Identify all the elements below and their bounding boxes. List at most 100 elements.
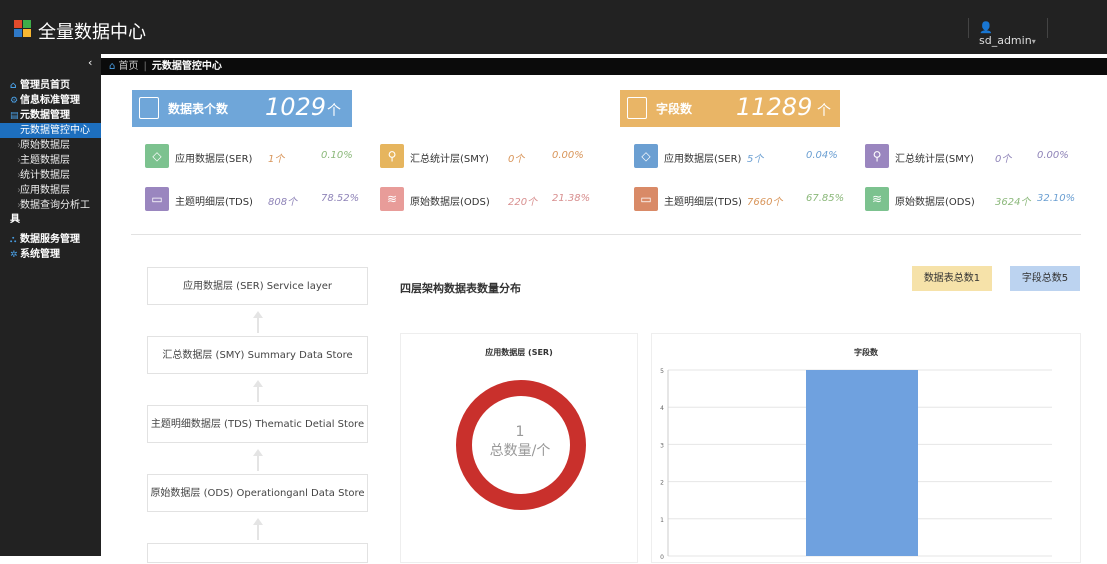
kpi-field-count: 字段数 11289 个	[620, 90, 840, 127]
stat-percent: 67.85%	[806, 193, 845, 204]
sidebar-item-system[interactable]: ✲ 系统管理	[0, 247, 101, 262]
sidebar-item-admin-home[interactable]: ⌂ 管理员首页	[0, 78, 101, 93]
up-arrow-icon	[252, 380, 264, 402]
kpi-unit: 个	[817, 103, 831, 119]
y-tick-label: 4	[660, 405, 664, 412]
layer-icon: ▭	[634, 187, 658, 211]
sidebar-subitem-stats[interactable]: 统计数据层	[0, 168, 101, 183]
user-menu[interactable]: 👤 sd_admin▾	[968, 18, 1048, 47]
stat-count: 7660个	[747, 197, 783, 208]
sidebar-item-label: 管理员首页	[20, 80, 70, 91]
stat-name: 原始数据层(ODS)	[410, 197, 490, 208]
caret-down-icon: ▾	[1031, 37, 1036, 46]
app-logo	[14, 20, 32, 38]
stat-item: ≋ 原始数据层(ODS) 3624个 32.10%	[865, 187, 1075, 211]
sidebar-subitem-ods[interactable]: 原始数据层	[0, 138, 101, 153]
y-tick-label: 5	[660, 368, 664, 375]
sidebar-item-metadata[interactable]: ▤元数据管理	[0, 108, 101, 123]
database-icon: ▤	[10, 111, 19, 121]
layer-box-smy: 汇总数据层 (SMY) Summary Data Store	[147, 336, 368, 374]
breadcrumb-home[interactable]: 首页	[119, 61, 139, 72]
stat-name: 汇总统计层(SMY)	[895, 154, 974, 165]
stat-item: ▭ 主题明细层(TDS) 808个 78.52%	[145, 187, 359, 211]
presentation-icon	[139, 97, 159, 119]
sidebar-item-data-service[interactable]: ⛬ 数据服务管理	[0, 232, 101, 247]
sidebar-subitem-query-wrap[interactable]: 具	[0, 213, 101, 226]
gear-icon: ⚙	[10, 96, 19, 106]
stat-count: 3624个	[995, 197, 1031, 208]
sidebar-item-label: 系统管理	[20, 249, 60, 260]
y-tick-label: 1	[660, 517, 664, 524]
sidebar-subitem-topic[interactable]: 主题数据层	[0, 153, 101, 168]
bar-panel: 字段数 543210	[651, 333, 1081, 563]
sidebar-menu: ⌂管理员首页 ⚙信息标准管理 ▤元数据管理 元数据管控中心 原始数据层 主题数据…	[0, 78, 101, 262]
layer-icon: ⚲	[380, 144, 404, 168]
stat-item: ⚲ 汇总统计层(SMY) 0个 0.00%	[380, 144, 584, 168]
section-title: 四层架构数据表数量分布	[400, 282, 521, 295]
stat-item: ◇ 应用数据层(SER) 5个 0.04%	[634, 144, 838, 168]
layer-icon: ◇	[634, 144, 658, 168]
kpi-label: 字段数	[656, 102, 693, 116]
sidebar-item-label: 元数据管理	[20, 110, 70, 121]
sidebar-subitem-query[interactable]: 数据查询分析工	[0, 198, 101, 213]
layer-icon: ≋	[865, 187, 889, 211]
stat-name: 应用数据层(SER)	[664, 154, 742, 165]
kpi-unit: 个	[327, 103, 341, 119]
up-arrow-icon	[252, 311, 264, 333]
stat-count: 220个	[508, 197, 538, 208]
stat-count: 1个	[268, 154, 285, 165]
stat-name: 汇总统计层(SMY)	[410, 154, 489, 165]
sidebar-collapse-icon[interactable]: ‹	[88, 56, 92, 69]
stat-percent: 0.00%	[1037, 150, 1069, 161]
sidebar-subitem-metadata-center[interactable]: 元数据管控中心	[0, 123, 101, 138]
stat-name: 原始数据层(ODS)	[895, 197, 975, 208]
user-name: sd_admin	[979, 34, 1032, 47]
bar	[806, 370, 918, 556]
y-tick-label: 3	[660, 442, 664, 449]
stat-item: ▭ 主题明细层(TDS) 7660个 67.85%	[634, 187, 844, 211]
kpi-value: 1029	[265, 93, 327, 121]
kpi-table-count: 数据表个数 1029 个	[132, 90, 352, 127]
sidebar-item-label: 信息标准管理	[20, 95, 80, 106]
user-icon: 👤	[979, 21, 993, 34]
stat-percent: 0.04%	[806, 150, 838, 161]
app-title: 全量数据中心	[38, 22, 146, 43]
bar-chart: 5 4 3 2 1 0	[660, 368, 1052, 561]
up-arrow-icon	[252, 518, 264, 540]
sidebar-subitem-app[interactable]: 应用数据层	[0, 183, 101, 198]
sidebar-item-label: 数据服务管理	[20, 234, 80, 245]
field-total-button[interactable]: 字段总数5	[1010, 266, 1080, 291]
home-icon: ⌂	[109, 61, 116, 72]
donut-caption: 总数量/个	[489, 443, 551, 459]
stat-count: 0个	[995, 154, 1012, 165]
donut-panel: 应用数据层 (SER) 1 总数量/个	[400, 333, 638, 563]
kpi-label: 数据表个数	[168, 102, 229, 116]
stat-count: 0个	[508, 154, 525, 165]
y-tick-label: 0	[660, 554, 664, 561]
breadcrumb-current: 元数据管控中心	[151, 61, 222, 72]
stat-item: ⚲ 汇总统计层(SMY) 0个 0.00%	[865, 144, 1069, 168]
table-total-button[interactable]: 数据表总数1	[912, 266, 992, 291]
document-icon	[627, 97, 647, 119]
top-navbar: 全量数据中心 👤 sd_admin▾	[0, 0, 1107, 54]
stat-item: ≋ 原始数据层(ODS) 220个 21.38%	[380, 187, 590, 211]
divider	[131, 234, 1081, 235]
home-icon: ⌂	[10, 81, 17, 91]
cog-icon: ✲	[10, 250, 18, 260]
sidebar-item-info-standard[interactable]: ⚙ 信息标准管理	[0, 93, 101, 108]
stat-item: ◇ 应用数据层(SER) 1个 0.10%	[145, 144, 353, 168]
layer-box-ods: 原始数据层 (ODS) Operationganl Data Store	[147, 474, 368, 512]
layer-box-ser: 应用数据层 (SER) Service layer	[147, 267, 368, 305]
y-tick-label: 2	[660, 480, 664, 487]
stat-percent: 0.00%	[552, 150, 584, 161]
breadcrumb: ⌂ 首页 | 元数据管控中心	[101, 58, 1107, 75]
network-icon: ⛬	[10, 235, 17, 245]
donut-value: 1	[515, 424, 525, 440]
layer-box-next	[147, 543, 368, 563]
stat-percent: 21.38%	[552, 193, 591, 204]
stat-name: 主题明细层(TDS)	[664, 197, 742, 208]
stat-percent: 32.10%	[1037, 193, 1076, 204]
stat-count: 5个	[747, 154, 764, 165]
stat-count: 808个	[268, 197, 298, 208]
layer-box-tds: 主题明细数据层 (TDS) Thematic Detial Store	[147, 405, 368, 443]
